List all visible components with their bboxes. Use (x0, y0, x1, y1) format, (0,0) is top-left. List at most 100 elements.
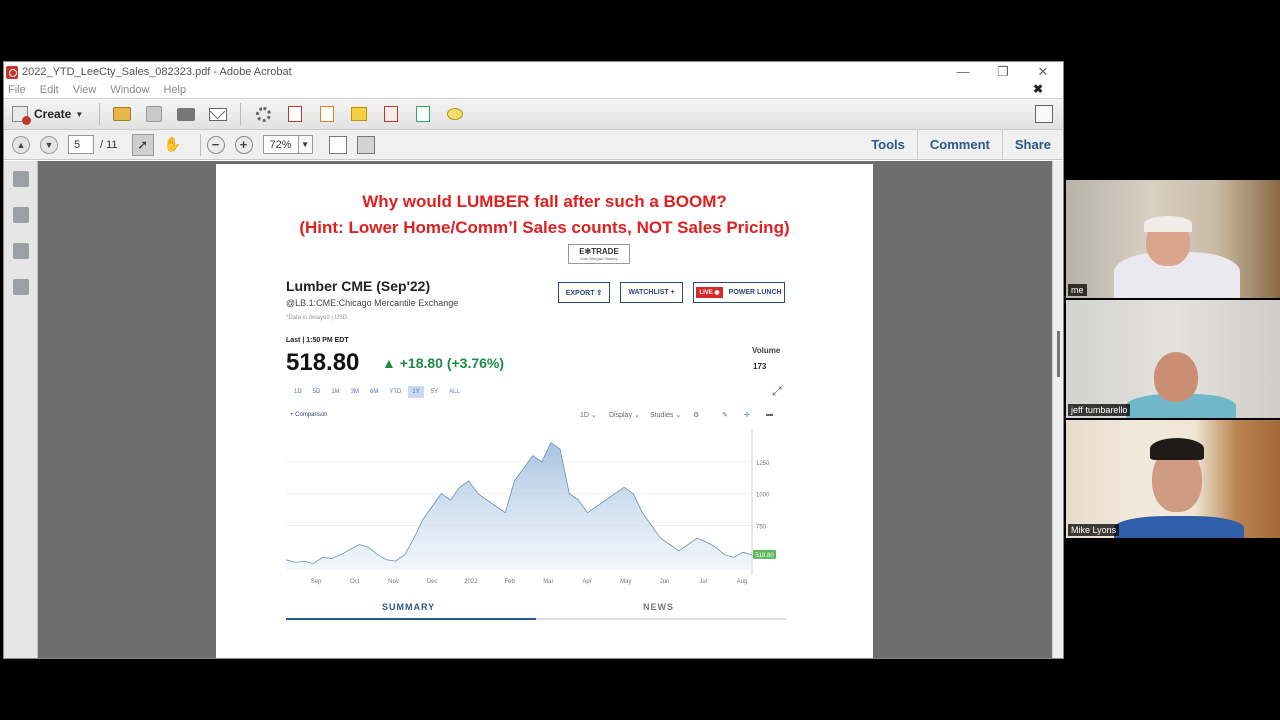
attach-icon[interactable] (413, 104, 433, 124)
menu-view[interactable]: View (73, 84, 97, 96)
sign-icon[interactable] (349, 104, 369, 124)
tab-news[interactable]: NEWS (643, 602, 674, 612)
menu-bar: File Edit View Window Help ✖ (4, 82, 1063, 98)
range-1d[interactable]: 1D (290, 386, 306, 398)
attachments-icon[interactable] (13, 243, 29, 259)
slide-headline-2: (Hint: Lower Home/Comm’l Sales counts, N… (299, 218, 790, 237)
tools-link[interactable]: Tools (859, 130, 917, 159)
hand-tool-icon[interactable]: ✋ (162, 134, 184, 156)
zoom-in-button[interactable]: + (234, 135, 253, 154)
page-thumbnails-icon[interactable] (13, 171, 29, 187)
lumber-price-chart: 1250 1000 750 Sep Oct Nov Dec 2022 Feb Mar Apr May J… (286, 430, 776, 585)
open-folder-icon[interactable] (112, 104, 132, 124)
minimize-button[interactable]: — (943, 64, 983, 80)
etrade-logo-text: E✻TRADE (579, 247, 619, 256)
menu-edit[interactable]: Edit (40, 84, 59, 96)
previous-page-button[interactable]: ▲ (12, 135, 30, 154)
toolbar-separator (199, 133, 201, 156)
comparison-button[interactable]: + Comparison (290, 412, 328, 418)
x-tick-label: Sep (311, 579, 322, 585)
draw-icon[interactable]: ✎ (722, 411, 728, 419)
window-controls: — ❐ ✕ (943, 64, 1063, 80)
select-tool-icon[interactable]: ➚ (131, 133, 154, 156)
zoom-dropdown-icon[interactable]: ▼ (298, 135, 313, 154)
range-1y[interactable]: 1Y (408, 386, 424, 398)
page-number-input[interactable]: 5 (68, 135, 94, 154)
expand-chart-icon[interactable]: ⤢ (772, 384, 782, 399)
fullscreen-icon[interactable] (1035, 105, 1053, 123)
volume-label: Volume (752, 346, 781, 355)
etrade-logo-subtext: from Morgan Stanley (580, 256, 618, 261)
fit-page-icon[interactable] (328, 135, 347, 154)
x-tick-label: Jul (699, 579, 707, 585)
x-tick-label: Aug (737, 579, 748, 585)
edit-pdf-icon[interactable] (285, 104, 305, 124)
task-pane-links: Tools Comment Share (859, 130, 1063, 159)
crosshair-icon[interactable]: ✛ (744, 411, 750, 419)
chart-settings-icon[interactable]: ⚙ (693, 411, 699, 419)
fit-width-icon[interactable] (356, 135, 375, 154)
volume-value: 173 (753, 362, 767, 371)
maximize-button[interactable]: ❐ (983, 64, 1023, 80)
video-tile-jeff[interactable]: jeff tumbarello (1066, 300, 1280, 418)
tab-summary[interactable]: SUMMARY (382, 602, 435, 612)
export-icon[interactable] (317, 104, 337, 124)
video-tile-me[interactable]: me (1066, 180, 1280, 298)
x-tick-label: Oct (350, 579, 360, 585)
comment-icon[interactable] (445, 104, 465, 124)
y-tick-label: 1250 (756, 461, 770, 467)
participant-body (1114, 516, 1244, 538)
range-5d[interactable]: 5D (309, 386, 325, 398)
acrobat-logo-icon (6, 65, 18, 79)
zoom-out-button[interactable]: − (206, 135, 225, 154)
export-button[interactable]: EXPORT ⇪ (558, 282, 610, 303)
x-tick-label: 2022 (464, 579, 478, 585)
next-page-button[interactable]: ▼ (40, 135, 58, 154)
scrollbar-thumb[interactable] (1057, 331, 1060, 377)
live-badge: LIVE ◉ (696, 287, 723, 298)
interval-dropdown[interactable]: 1D ⌄ (580, 411, 597, 419)
close-window-button[interactable]: ✕ (1023, 64, 1063, 80)
navigation-toolbar: ▲ ▼ 5 / 11 ➚ ✋ − + 72% ▼ Tools Comment S… (4, 130, 1063, 160)
y-tick-label: 750 (756, 524, 767, 530)
stock-title: Lumber CME (Sep'22) (286, 278, 431, 294)
range-ytd[interactable]: YTD (385, 386, 405, 398)
range-all[interactable]: ALL (445, 386, 464, 398)
participant-name: me (1068, 284, 1087, 296)
close-document-button[interactable]: ✖ (1033, 82, 1043, 96)
range-5y[interactable]: 5Y (427, 386, 442, 398)
create-pdf-icon (12, 106, 31, 125)
zoom-level-input[interactable]: 72% (262, 135, 299, 154)
vertical-scrollbar[interactable] (1052, 161, 1063, 658)
range-6m[interactable]: 6M (366, 386, 382, 398)
studies-dropdown[interactable]: Studies ⌄ (650, 411, 681, 419)
menu-file[interactable]: File (8, 84, 26, 96)
x-tick-label: Feb (504, 579, 515, 585)
menu-help[interactable]: Help (163, 84, 186, 96)
watchlist-button[interactable]: WATCHLIST + (620, 282, 683, 303)
print-icon[interactable] (176, 104, 196, 124)
range-1m[interactable]: 1M (327, 386, 343, 398)
video-tile-mike[interactable]: Mike Lyons (1066, 420, 1280, 538)
redact-icon[interactable] (381, 104, 401, 124)
signatures-icon[interactable] (13, 279, 29, 295)
last-trade-time: Last | 1:50 PM EDT (286, 337, 349, 344)
bookmarks-icon[interactable] (13, 207, 29, 223)
create-button[interactable]: Create ▼ (12, 106, 83, 125)
x-tick-label: Mar (543, 579, 553, 585)
range-3m[interactable]: 3M (347, 386, 363, 398)
power-lunch-button[interactable]: LIVE ◉ POWER LUNCH (693, 282, 785, 303)
comment-link[interactable]: Comment (916, 130, 1002, 159)
display-dropdown[interactable]: Display ⌄ (609, 411, 640, 419)
settings-icon[interactable] (253, 104, 273, 124)
chart-comment-icon[interactable]: ▬ (766, 411, 773, 418)
title-bar: 2022_YTD_LeeCty_Sales_082323.pdf - Adobe… (4, 62, 1063, 82)
save-icon[interactable] (144, 104, 164, 124)
email-icon[interactable] (208, 104, 228, 124)
price-change: ▲ +18.80 (+3.76%) (382, 355, 505, 371)
stock-exchange: @LB.1:CME:Chicago Mercantile Exchange (286, 298, 459, 308)
acrobat-window: 2022_YTD_LeeCty_Sales_082323.pdf - Adobe… (3, 61, 1064, 659)
menu-window[interactable]: Window (110, 84, 149, 96)
share-link[interactable]: Share (1001, 130, 1063, 159)
x-tick-label: May (620, 579, 631, 585)
